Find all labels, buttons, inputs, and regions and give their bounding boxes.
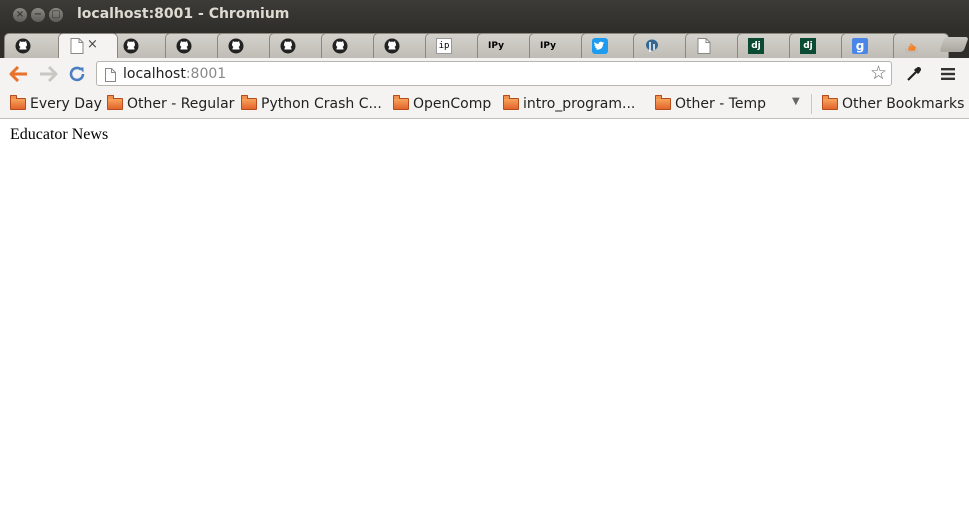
menu-button[interactable]	[937, 63, 959, 85]
folder-icon	[822, 95, 838, 110]
folder-icon	[655, 95, 671, 110]
tab[interactable]: dj	[789, 33, 849, 58]
ipython-label: IPy	[488, 41, 504, 51]
django-label: dj	[751, 41, 761, 51]
bookmark-folder-intro-programming[interactable]: intro_program...	[503, 94, 635, 114]
window-maximize-button[interactable]: □	[49, 8, 63, 22]
ipython-icon: IPy	[488, 38, 504, 54]
bookmark-label: Every Day	[30, 96, 102, 112]
bookmark-star-icon[interactable]: ☆	[870, 63, 887, 84]
bookmark-folder-opencomp[interactable]: OpenComp	[393, 94, 491, 114]
folder-icon	[107, 95, 123, 110]
other-bookmarks-label: Other Bookmarks	[842, 96, 965, 112]
github-icon	[280, 38, 296, 54]
reload-button[interactable]	[66, 63, 88, 85]
django-label: dj	[803, 41, 813, 51]
new-tab-button[interactable]	[939, 37, 969, 52]
django-icon: dj	[800, 38, 816, 54]
tab[interactable]	[269, 33, 329, 58]
folder-icon	[503, 95, 519, 110]
blank-page-icon	[69, 38, 85, 54]
django-icon: dj	[748, 38, 764, 54]
tab[interactable]	[4, 33, 64, 58]
github-icon	[332, 38, 348, 54]
ip-label: ip	[438, 41, 450, 51]
ip-icon: ip	[436, 38, 452, 54]
postgresql-icon	[644, 38, 660, 54]
google-icon: g	[852, 38, 868, 54]
eyedropper-extension-button[interactable]	[903, 63, 925, 85]
folder-icon	[10, 95, 26, 110]
eyedropper-icon	[907, 67, 921, 81]
tab[interactable]	[165, 33, 225, 58]
tab[interactable]: g	[841, 33, 901, 58]
back-button[interactable]	[8, 63, 30, 85]
bookmark-label: intro_program...	[523, 96, 636, 112]
hamburger-menu-icon	[941, 68, 955, 80]
bookmark-folder-python-crash-course[interactable]: Python Crash C...	[241, 94, 382, 114]
bookmarks-bar: Every Day Other - Regular Python Crash C…	[0, 90, 969, 119]
stackoverflow-icon	[904, 38, 920, 54]
twitter-icon	[592, 38, 608, 54]
window-minimize-button[interactable]: −	[31, 8, 45, 22]
other-bookmarks-folder[interactable]: Other Bookmarks	[822, 94, 964, 114]
page-heading: Educator News	[10, 126, 109, 143]
tab[interactable]: dj	[737, 33, 797, 58]
folder-icon	[241, 95, 257, 110]
github-icon	[228, 38, 244, 54]
tab[interactable]	[321, 33, 381, 58]
github-icon	[384, 38, 400, 54]
forward-button[interactable]	[37, 63, 59, 85]
bookmark-folder-other-regular[interactable]: Other - Regular	[107, 94, 234, 114]
window-titlebar: × − □ localhost:8001 - Chromium	[0, 0, 969, 31]
tab[interactable]	[581, 33, 641, 58]
forward-arrow-icon	[40, 66, 58, 82]
github-icon	[123, 38, 139, 54]
github-icon	[15, 38, 31, 54]
close-icon[interactable]: ×	[87, 37, 98, 52]
bookmark-label: Python Crash C...	[261, 96, 382, 112]
bookmarks-divider	[811, 94, 812, 114]
url-text: localhost:8001	[123, 66, 226, 82]
bookmark-folder-other-temp[interactable]: Other - Temp	[655, 94, 766, 114]
tab-strip: × ip IPy IPy dj dj g	[0, 31, 969, 58]
github-icon	[176, 38, 192, 54]
window-close-button[interactable]: ×	[13, 8, 27, 22]
bookmark-label: OpenComp	[413, 96, 492, 112]
tab[interactable]: IPy	[529, 33, 589, 58]
tab[interactable]	[217, 33, 277, 58]
tab[interactable]: IPy	[477, 33, 537, 58]
tab[interactable]	[112, 33, 172, 58]
tab[interactable]: ip	[425, 33, 485, 58]
tab-active[interactable]: ×	[58, 33, 118, 58]
page-icon	[105, 67, 116, 86]
blank-page-icon	[696, 38, 712, 54]
ipython-label: IPy	[540, 41, 556, 51]
tab[interactable]	[685, 33, 745, 58]
address-bar[interactable]: localhost:8001 ☆	[96, 61, 892, 86]
url-host: localhost	[123, 66, 186, 82]
page-content: Educator News	[0, 119, 969, 523]
bookmark-folder-every-day[interactable]: Every Day	[10, 94, 102, 114]
ipython-icon: IPy	[540, 38, 556, 54]
url-port: :8001	[185, 66, 227, 82]
bookmark-label: Other - Temp	[675, 96, 767, 112]
google-label: g	[855, 39, 865, 53]
reload-icon	[69, 66, 85, 82]
window-title: localhost:8001 - Chromium	[77, 6, 290, 22]
tab[interactable]	[373, 33, 433, 58]
bookmark-label: Other - Regular	[127, 96, 235, 112]
tab[interactable]	[633, 33, 693, 58]
bookmarks-overflow-chevron-icon[interactable]: ▼	[792, 96, 800, 107]
folder-icon	[393, 95, 409, 110]
back-arrow-icon	[9, 66, 27, 82]
